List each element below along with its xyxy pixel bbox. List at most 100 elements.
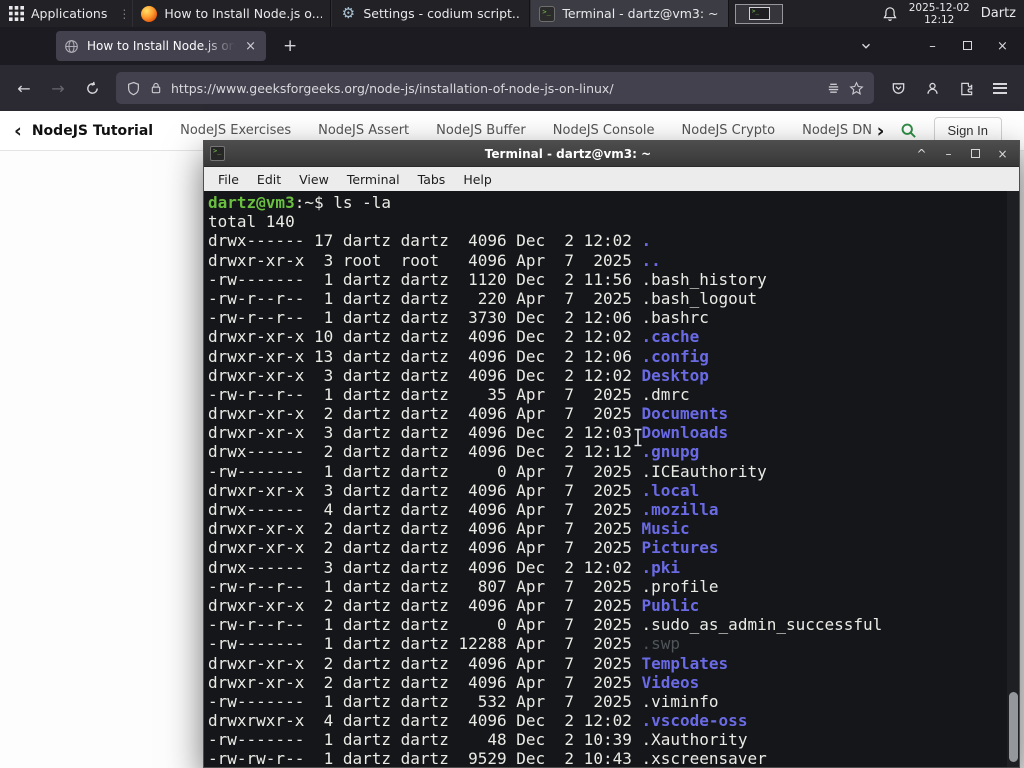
forward-button[interactable]: → [42,72,74,104]
menu-icon[interactable] [984,72,1016,104]
bookmark-star-icon[interactable] [849,80,864,96]
taskbar-button[interactable]: How to Install Node.js o... [132,0,332,27]
terminal-menu-item[interactable]: Help [454,172,501,187]
terminal-titlebar[interactable]: Terminal - dartz@vm3: ~ ^ – × [204,141,1019,167]
file-listing: drwx------ 17 dartz dartz 4096 Dec 2 12:… [208,231,1005,767]
listing-name: .bashrc [641,308,709,328]
total-line: total 140 [208,212,295,232]
listing-row: drwxr-xr-x 10 dartz dartz 4096 Dec 2 12:… [208,327,1005,346]
listing-name: .pki [641,557,681,577]
listing-meta: -rw-r--r-- 1 dartz dartz 0 Apr 7 2025 [208,615,642,635]
listing-row: drwx------ 2 dartz dartz 4096 Dec 2 12:1… [208,442,1005,461]
listing-name: .Xauthority [641,730,748,750]
command-text: ls -la [333,193,392,212]
nav-scroll-right-icon[interactable]: › [871,120,891,142]
browser-maximize-button[interactable] [950,39,985,54]
terminal-icon [539,5,556,22]
listing-meta: -rw-r--r-- 1 dartz dartz 35 Apr 7 2025 [208,384,642,404]
site-nav-item[interactable]: NodeJS Crypto [682,123,776,138]
terminal-screen[interactable]: dartz@vm3:~$ ls -la total 140 drwx------… [204,191,1019,767]
desktop: Applications ⋮ How to Install Node.js o.… [0,0,1024,768]
lock-icon[interactable] [149,81,163,95]
site-nav-item[interactable]: NodeJS Console [553,123,655,138]
top-panel: Applications ⋮ How to Install Node.js o.… [0,0,1024,27]
hamburger-bars [993,82,1007,94]
site-nav-item[interactable]: NodeJS Buffer [436,123,526,138]
listing-name: .config [641,346,709,366]
terminal-menu-item[interactable]: File [209,172,248,187]
listing-meta: drwxr-xr-x 13 dartz dartz 4096 Dec 2 12:… [208,346,642,366]
extensions-icon[interactable] [950,72,982,104]
listing-name: Documents [641,404,729,424]
site-nav-item[interactable]: NodeJS Tutorial [32,123,153,139]
listing-row: -rw-r--r-- 1 dartz dartz 35 Apr 7 2025 .… [208,385,1005,404]
pocket-icon[interactable] [882,72,914,104]
listing-name: .swp [641,634,681,654]
listing-name: .viminfo [641,691,719,711]
listing-row: drwxr-xr-x 3 root root 4096 Apr 7 2025 .… [208,251,1005,270]
panel-time: 12:12 [924,13,955,26]
reader-mode-icon[interactable] [826,81,841,96]
browser-tab[interactable]: How to Install Node.js on... × [56,31,266,61]
listing-meta: -rw-r--r-- 1 dartz dartz 807 Apr 7 2025 [208,576,642,596]
site-nav-item[interactable]: NodeJS Assert [318,123,409,138]
listing-meta: drwx------ 2 dartz dartz 4096 Dec 2 12:1… [208,442,642,462]
taskbar-button[interactable]: Terminal - dartz@vm3: ~ [530,0,730,27]
terminal-menu-item[interactable]: View [290,172,338,187]
prompt-user-host: dartz@vm3 [208,193,295,212]
listing-meta: -rw------- 1 dartz dartz 48 Dec 2 10:39 [208,730,642,750]
listing-name: .dmrc [641,384,690,404]
nav-scroll-left-icon[interactable]: ‹ [8,120,28,142]
workspace-switcher[interactable] [735,3,784,24]
panel-clock[interactable]: 2025-12-02 12:12 [909,2,970,26]
browser-close-button[interactable]: × [985,39,1020,54]
listing-meta: drwxrwxr-x 4 dartz dartz 4096 Dec 2 12:0… [208,711,642,731]
page-globe-icon [65,39,78,53]
browser-toolbar: ← → https://www.geeksforgeeks.org/node-j… [0,65,1024,111]
site-nav-item[interactable]: NodeJS DNS [802,123,871,138]
terminal-maximize-button[interactable] [965,147,986,161]
listing-name: .local [641,480,700,500]
list-all-tabs-icon[interactable] [859,39,873,53]
url-text[interactable]: https://www.geeksforgeeks.org/node-js/in… [171,81,818,96]
listing-name: Public [641,595,700,615]
listing-name: .vscode-oss [641,711,748,731]
listing-name: .. [641,250,661,270]
terminal-shade-button[interactable]: ^ [911,147,932,161]
listing-row: drwxr-xr-x 3 dartz dartz 4096 Dec 2 12:0… [208,366,1005,385]
terminal-menu-item[interactable]: Tabs [409,172,455,187]
terminal-close-button[interactable]: × [992,147,1013,161]
account-icon[interactable] [916,72,948,104]
taskbar-button[interactable]: Settings - codium script... [331,0,531,27]
taskbar-button-label: Settings - codium script... [363,6,522,21]
listing-name: .cache [641,327,700,347]
listing-row: drwxr-xr-x 3 dartz dartz 4096 Apr 7 2025… [208,481,1005,500]
listing-name: Videos [641,672,700,692]
listing-meta: drwxr-xr-x 2 dartz dartz 4096 Apr 7 2025 [208,653,642,673]
listing-row: -rw-r--r-- 1 dartz dartz 3730 Dec 2 12:0… [208,308,1005,327]
listing-row: drwxr-xr-x 3 dartz dartz 4096 Dec 2 12:0… [208,423,1005,442]
terminal-minimize-button[interactable]: – [938,147,959,161]
listing-meta: -rw------- 1 dartz dartz 532 Apr 7 2025 [208,691,642,711]
panel-grip-icon: ⋮ [118,6,131,21]
terminal-menu-item[interactable]: Terminal [338,172,409,187]
terminal-scrollbar-thumb[interactable] [1009,692,1018,762]
reload-button[interactable] [76,72,108,104]
browser-minimize-button[interactable]: – [915,39,950,54]
listing-name: .gnupg [641,442,700,462]
browser-tab-bar: How to Install Node.js on... × + – × [0,27,1024,65]
search-icon[interactable] [891,122,926,139]
applications-menu-button[interactable]: Applications [0,0,116,27]
url-bar[interactable]: https://www.geeksforgeeks.org/node-js/in… [116,72,874,104]
tracking-shield-icon[interactable] [126,81,141,96]
terminal-scrollbar[interactable] [1007,191,1019,767]
listing-name: .ICEauthority [641,461,767,481]
notifications-bell-icon[interactable] [882,6,898,22]
terminal-menu-item[interactable]: Edit [248,172,290,187]
listing-name: .mozilla [641,500,719,519]
back-button[interactable]: ← [8,72,40,104]
terminal-window: Terminal - dartz@vm3: ~ ^ – × FileEditVi… [203,140,1020,768]
tab-close-icon[interactable]: × [243,39,258,54]
site-nav-item[interactable]: NodeJS Exercises [180,123,291,138]
new-tab-button[interactable]: + [276,36,304,56]
